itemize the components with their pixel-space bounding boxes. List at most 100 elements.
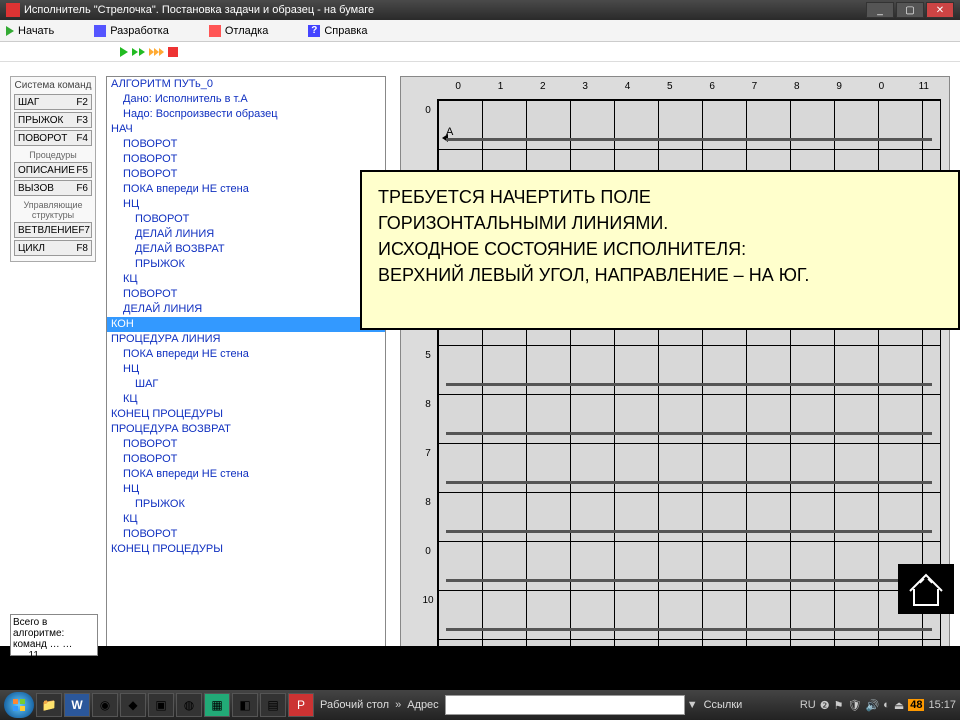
cmd-branch[interactable]: ВЕТВЛЕНИЕF7 xyxy=(14,222,92,238)
cmd-step[interactable]: ШАГF2 xyxy=(14,94,92,110)
code-line[interactable]: ШАГ xyxy=(107,377,385,392)
code-line[interactable]: КЦ xyxy=(107,512,385,527)
code-line[interactable]: НЦ xyxy=(107,197,385,212)
x-tick: 3 xyxy=(564,81,606,95)
code-line[interactable]: ДЕЛАЙ ЛИНИЯ xyxy=(107,227,385,242)
menu-dev[interactable]: Разработка xyxy=(94,25,169,37)
code-line[interactable]: АЛГОРИТМ ПУТь_0 xyxy=(107,77,385,92)
code-line[interactable]: ДЕЛАЙ ЛИНИЯ xyxy=(107,302,385,317)
code-line[interactable]: ПОВОРОТ xyxy=(107,167,385,182)
code-line[interactable]: НАЧ xyxy=(107,122,385,137)
menu-dev-label: Разработка xyxy=(110,25,169,37)
x-tick: 5 xyxy=(649,81,691,95)
maximize-button[interactable]: ▢ xyxy=(896,2,924,18)
palette-ctrl-label: Управляющие структуры xyxy=(14,200,92,220)
code-line[interactable]: ПОКА впереди НЕ стена xyxy=(107,347,385,362)
x-tick: 9 xyxy=(818,81,860,95)
code-line[interactable]: ПОВОРОТ xyxy=(107,137,385,152)
x-axis-labels: 0123456789011 xyxy=(437,81,945,95)
cmd-loop[interactable]: ЦИКЛF8 xyxy=(14,240,92,256)
code-line[interactable]: НЦ xyxy=(107,362,385,377)
tray-badge[interactable]: 48 xyxy=(908,699,924,711)
cmd-call[interactable]: ВЫЗОВF6 xyxy=(14,180,92,196)
code-line[interactable]: НЦ xyxy=(107,482,385,497)
cmd-jump[interactable]: ПРЫЖОКF3 xyxy=(14,112,92,128)
canvas-panel: 0123456789011 05878010 А xyxy=(400,76,950,680)
code-line[interactable]: ПОВОРОТ xyxy=(107,452,385,467)
desktop-toolbar-label[interactable]: Рабочий стол xyxy=(320,699,389,711)
cmd-desc[interactable]: ОПИСАНИЕF5 xyxy=(14,162,92,178)
language-indicator[interactable]: RU xyxy=(800,699,816,711)
tray-icon[interactable]: ❷ xyxy=(820,699,830,712)
system-tray: RU ❷ ⚑ 🛡 🔊 ◐ ⏏ 48 15:17 xyxy=(800,699,956,712)
taskbar-explorer-icon[interactable]: 📁 xyxy=(36,693,62,717)
palette-title: Система команд xyxy=(14,80,92,91)
minimize-button[interactable]: _ xyxy=(866,2,894,18)
step-button[interactable] xyxy=(132,48,145,56)
code-line[interactable]: Надо: Воспроизвести образец xyxy=(107,107,385,122)
clock[interactable]: 15:17 xyxy=(928,699,956,711)
code-line[interactable]: Дано: Исполнитель в т.А xyxy=(107,92,385,107)
code-line[interactable]: ПОВОРОТ xyxy=(107,527,385,542)
code-editor[interactable]: АЛГОРИТМ ПУТь_0Дано: Исполнитель в т.АНа… xyxy=(106,76,386,680)
menu-debug[interactable]: Отладка xyxy=(209,25,268,37)
code-line[interactable]: ПРЫЖОК xyxy=(107,257,385,272)
code-line[interactable]: ПОВОРОТ xyxy=(107,287,385,302)
run-button[interactable] xyxy=(120,47,128,57)
code-line[interactable]: КЦ xyxy=(107,392,385,407)
x-tick: 1 xyxy=(479,81,521,95)
cmd-turn[interactable]: ПОВОРОТF4 xyxy=(14,130,92,146)
taskbar-word-icon[interactable]: W xyxy=(64,693,90,717)
address-label: Адрес xyxy=(407,699,439,711)
menu-debug-label: Отладка xyxy=(225,25,268,37)
tray-icon[interactable]: 🔊 xyxy=(865,699,879,712)
y-tick: 0 xyxy=(421,546,435,595)
x-tick: 4 xyxy=(606,81,648,95)
code-line[interactable]: КОНЕЦ ПРОЦЕДУРЫ xyxy=(107,407,385,422)
tray-icon[interactable]: ⏏ xyxy=(894,699,904,712)
code-line[interactable]: КОНЕЦ ПРОЦЕДУРЫ xyxy=(107,542,385,557)
y-tick: 7 xyxy=(421,448,435,497)
debug-icon xyxy=(209,25,221,37)
taskbar-app-icon[interactable]: ◍ xyxy=(176,693,202,717)
x-tick: 2 xyxy=(522,81,564,95)
code-line[interactable]: ПОВОРОТ xyxy=(107,152,385,167)
close-button[interactable]: ✕ xyxy=(926,2,954,18)
code-line[interactable]: КОН xyxy=(107,317,385,332)
code-line[interactable]: ПРОЦЕДУРА ЛИНИЯ xyxy=(107,332,385,347)
taskbar-app-icon[interactable]: ▣ xyxy=(148,693,174,717)
code-line[interactable]: ПОВОРОТ xyxy=(107,437,385,452)
menu-start[interactable]: Начать xyxy=(6,25,54,37)
address-input[interactable] xyxy=(445,695,685,715)
task-line: ГОРИЗОНТАЛЬНЫМИ ЛИНИЯМИ. xyxy=(378,210,942,236)
taskbar-app-icon[interactable]: ◆ xyxy=(120,693,146,717)
taskbar-app-icon[interactable]: ▦ xyxy=(204,693,230,717)
code-line[interactable]: ПОКА впереди НЕ стена xyxy=(107,467,385,482)
links-label[interactable]: Ссылки xyxy=(704,699,743,711)
tray-icon[interactable]: ◐ xyxy=(883,699,890,711)
code-line[interactable]: ПРОЦЕДУРА ВОЗВРАТ xyxy=(107,422,385,437)
x-tick: 0 xyxy=(437,81,479,95)
code-line[interactable]: ПОКА впереди НЕ стена xyxy=(107,182,385,197)
drawn-line xyxy=(446,481,932,484)
taskbar-app-icon[interactable]: ◧ xyxy=(232,693,258,717)
code-line[interactable]: ДЕЛАЙ ВОЗВРАТ xyxy=(107,242,385,257)
stop-button[interactable] xyxy=(168,47,178,57)
taskbar-chrome-icon[interactable]: ◉ xyxy=(92,693,118,717)
drawn-line xyxy=(446,432,932,435)
code-line[interactable]: ПОВОРОТ xyxy=(107,212,385,227)
start-button[interactable] xyxy=(4,692,34,718)
code-line[interactable]: ПРЫЖОК xyxy=(107,497,385,512)
taskbar-app-icon[interactable]: ▤ xyxy=(260,693,286,717)
home-icon[interactable] xyxy=(898,564,954,614)
code-line[interactable]: КЦ xyxy=(107,272,385,287)
taskbar: 📁 W ◉ ◆ ▣ ◍ ▦ ◧ ▤ P Рабочий стол » Адрес… xyxy=(0,690,960,720)
tray-icon[interactable]: ⚑ xyxy=(834,699,844,712)
fast-button[interactable] xyxy=(149,48,164,56)
x-tick: 7 xyxy=(733,81,775,95)
taskbar-app-icon[interactable]: P xyxy=(288,693,314,717)
tray-icon[interactable]: 🛡 xyxy=(847,699,861,712)
menu-help[interactable]: ? Справка xyxy=(308,25,367,37)
window-controls: _ ▢ ✕ xyxy=(866,2,954,18)
y-tick: 0 xyxy=(421,105,435,154)
